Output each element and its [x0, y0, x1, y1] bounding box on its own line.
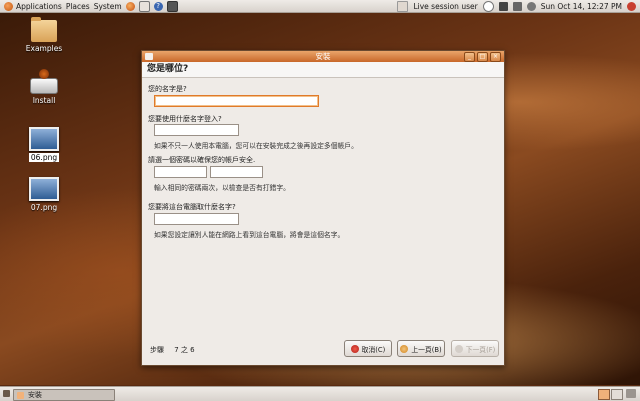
step-value: 7 之 6 [174, 346, 195, 354]
system-menu[interactable]: System [94, 2, 122, 11]
password-confirm-input[interactable] [210, 166, 263, 178]
page-title: 您是哪位? [142, 62, 504, 78]
login-question: 您要使用什麼名字登入? [148, 115, 222, 123]
network-icon[interactable] [512, 1, 522, 11]
desktop-icon-label: Install [32, 96, 56, 105]
window-titlebar[interactable]: 安裝 _ □ × [142, 51, 504, 62]
installer-icon [17, 391, 24, 399]
hostname-input[interactable] [154, 213, 239, 225]
hostname-hint: 如果您設定讓別人能在網路上看到這台電腦，將會是這個名字。 [154, 231, 345, 239]
help-launcher-icon[interactable]: ? [153, 1, 163, 11]
login-input[interactable] [154, 124, 239, 136]
workspace-1[interactable] [598, 389, 610, 400]
places-menu-label: Places [65, 1, 90, 11]
cancel-button-label: 取消(C) [361, 345, 386, 354]
image-file-icon [29, 127, 59, 151]
show-desktop-icon[interactable] [3, 390, 10, 397]
minimize-button[interactable]: _ [464, 52, 475, 62]
forward-button[interactable]: 下一頁(F) [451, 340, 499, 357]
back-arrow-icon [400, 344, 409, 353]
step-label: 步驟 [150, 346, 164, 354]
password-input[interactable] [154, 166, 207, 178]
clock[interactable]: Sun Oct 14, 12:27 PM [541, 2, 622, 11]
forward-button-label: 下一頁(F) [465, 345, 496, 354]
desktop-icon-06-png[interactable]: 06.png [14, 127, 74, 162]
name-input[interactable] [154, 95, 319, 107]
maximize-button[interactable]: □ [477, 52, 488, 62]
installer-window: 安裝 _ □ × 您是哪位? 您的名字是? 您要使用什麼名字登入? 如果不只一人… [141, 50, 505, 366]
desktop-icon-install[interactable]: Install [14, 69, 74, 105]
top-panel: Applications Places System ? Live sessio… [0, 0, 640, 13]
button-bar: 步驟 7 之 6 取消(C) 上一頁(B) 下一頁(F) [142, 337, 504, 365]
ubuntu-logo-icon [4, 1, 13, 11]
screenshot-launcher-icon[interactable] [166, 0, 178, 12]
close-button[interactable]: × [490, 52, 501, 62]
taskbar-item-label: 安裝 [28, 391, 42, 399]
bottom-panel: 安裝 [0, 386, 640, 401]
mail-launcher-icon[interactable] [138, 0, 150, 12]
shutdown-icon[interactable] [627, 1, 636, 11]
hostname-question: 您要將這台電腦取什麼名字? [148, 203, 236, 211]
applications-menu-label: Applications [16, 1, 62, 11]
applications-menu[interactable]: Applications [4, 1, 62, 11]
password-question: 請選一個密碼以確保您的帳戶安全. [148, 156, 256, 164]
back-button[interactable]: 上一頁(B) [397, 340, 445, 357]
folder-icon [31, 17, 57, 42]
desktop-icon-label: 07.png [30, 203, 58, 212]
system-menu-label: System [93, 1, 122, 11]
cancel-icon [350, 344, 359, 353]
desktop-icon-examples[interactable]: Examples [14, 17, 74, 53]
trash-icon[interactable] [626, 389, 636, 398]
step-indicator: 步驟 7 之 6 [150, 345, 195, 355]
window-list-icon[interactable] [397, 0, 409, 12]
firefox-launcher-icon[interactable] [125, 1, 135, 11]
window-title: 安裝 [315, 52, 331, 61]
window-menu-icon[interactable] [145, 53, 153, 60]
session-label[interactable]: Live session user [413, 2, 477, 11]
volume-icon[interactable] [526, 1, 536, 11]
back-button-label: 上一頁(B) [411, 345, 442, 354]
taskbar-item-installer[interactable]: 安裝 [13, 389, 115, 401]
image-file-icon [29, 177, 59, 201]
desktop-icon-label: Examples [25, 44, 63, 53]
bluetooth-icon[interactable] [482, 0, 494, 12]
places-menu[interactable]: Places [66, 2, 90, 11]
desktop-icon-label: 06.png [28, 153, 60, 162]
cancel-button[interactable]: 取消(C) [344, 340, 392, 357]
install-icon [30, 69, 58, 94]
battery-icon[interactable] [498, 1, 508, 11]
desktop-icon-07-png[interactable]: 07.png [14, 177, 74, 212]
forward-arrow-icon [454, 344, 463, 353]
form-area: 您的名字是? 您要使用什麼名字登入? 如果不只一人使用本電腦，您可以在安裝完成之… [142, 78, 504, 328]
name-question: 您的名字是? [148, 85, 187, 93]
workspace-2[interactable] [611, 389, 623, 400]
login-hint: 如果不只一人使用本電腦，您可以在安裝完成之後再設定多個帳戶。 [154, 142, 358, 150]
password-hint: 輸入相同的密碼兩次，以檢查是否有打錯字。 [154, 184, 290, 192]
